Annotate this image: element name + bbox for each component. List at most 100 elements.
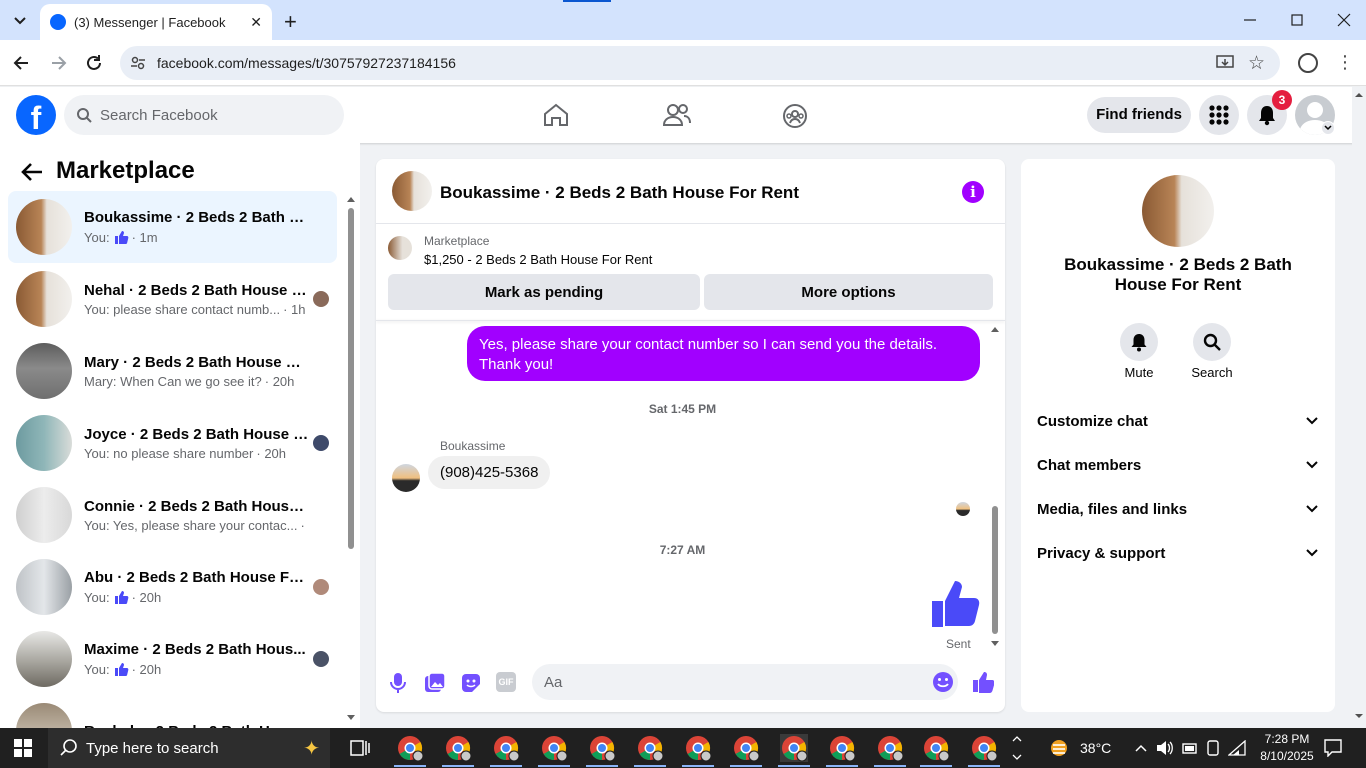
conversation-list-panel: Marketplace Boukassime · 2 Beds 2 Bath H…: [0, 143, 360, 759]
taskbar-search[interactable]: Type here to search ✦: [48, 728, 330, 768]
taskbar-overflow[interactable]: [1010, 732, 1024, 764]
task-view-icon[interactable]: [350, 739, 370, 757]
chat-header-avatar[interactable]: [392, 171, 432, 211]
gif-icon[interactable]: GIF: [496, 672, 516, 692]
minimize-button[interactable]: [1240, 12, 1260, 28]
info-icon[interactable]: i: [962, 181, 984, 203]
chrome-app-icon[interactable]: [444, 734, 472, 762]
large-like-icon[interactable]: [930, 579, 980, 629]
sender-avatar[interactable]: [392, 464, 420, 492]
profile-icon[interactable]: [1298, 53, 1318, 73]
message-status: Sent: [946, 637, 971, 651]
chat-members-section[interactable]: Chat members: [1037, 447, 1319, 483]
back-arrow-icon[interactable]: [20, 161, 44, 183]
listing-title[interactable]: $1,250 - 2 Beds 2 Bath House For Rent: [424, 252, 652, 267]
chrome-app-icon[interactable]: [922, 734, 950, 762]
message-input[interactable]: Aa: [532, 664, 958, 700]
conversation-item[interactable]: Boukassime · 2 Beds 2 Bath Hou... You: · …: [8, 191, 337, 263]
chrome-app-icon[interactable]: [828, 734, 856, 762]
wifi-icon[interactable]: [1228, 740, 1246, 756]
privacy-support-section[interactable]: Privacy & support: [1037, 535, 1319, 571]
more-options-button[interactable]: More options: [704, 274, 993, 310]
device-icon[interactable]: [1206, 740, 1220, 756]
notification-center-icon[interactable]: [1324, 739, 1342, 757]
conversation-item[interactable]: Mary · 2 Beds 2 Bath House For ... Mary:…: [8, 335, 337, 407]
chat-title[interactable]: Boukassime · 2 Beds 2 Bath House For Ren…: [440, 183, 799, 203]
menu-grid-button[interactable]: [1199, 95, 1239, 135]
chrome-app-icon[interactable]: [780, 734, 808, 762]
chrome-app-icon[interactable]: [970, 734, 998, 762]
emoji-icon[interactable]: [932, 671, 954, 693]
close-tab-icon[interactable]: ✕: [250, 14, 262, 31]
active-app-underline: [538, 765, 570, 767]
chrome-app-icon[interactable]: [636, 734, 664, 762]
image-attach-icon[interactable]: [424, 672, 446, 694]
mute-button[interactable]: [1120, 323, 1158, 361]
groups-icon[interactable]: [782, 103, 808, 129]
conversation-item[interactable]: Nehal · 2 Beds 2 Bath House F... You: pl…: [8, 263, 337, 335]
chrome-app-icon[interactable]: [396, 734, 424, 762]
search-conversation-button[interactable]: [1193, 323, 1231, 361]
tab-list-button[interactable]: [10, 10, 30, 30]
conversation-item[interactable]: Abu · 2 Beds 2 Bath House Fo... You: · 20…: [8, 551, 337, 623]
show-hidden-icons[interactable]: [1134, 741, 1148, 755]
site-info-icon[interactable]: [130, 55, 146, 71]
close-window-button[interactable]: [1334, 12, 1354, 28]
restore-button[interactable]: [1287, 12, 1307, 28]
message-scrollbar[interactable]: [989, 323, 1001, 651]
facebook-search[interactable]: Search Facebook: [64, 95, 344, 135]
temperature[interactable]: 38°C: [1080, 740, 1111, 756]
facebook-favicon-icon: [50, 14, 66, 30]
active-app-underline: [442, 765, 474, 767]
back-button[interactable]: [12, 53, 32, 73]
chrome-app-icon[interactable]: [588, 734, 616, 762]
browser-tab[interactable]: (3) Messenger | Facebook ✕: [40, 4, 272, 40]
customize-chat-section[interactable]: Customize chat: [1037, 403, 1319, 439]
find-friends-button[interactable]: Find friends: [1087, 97, 1191, 133]
conversation-preview: Mary: When Can we go see it?: [84, 373, 262, 389]
conversation-list-scrollbar[interactable]: [345, 193, 357, 723]
received-message-bubble[interactable]: (908)425-5368: [428, 456, 551, 489]
forward-button[interactable]: [48, 53, 68, 73]
url-bar[interactable]: facebook.com/messages/t/3075792723718415…: [120, 46, 1280, 80]
browser-menu-icon[interactable]: ⋮: [1336, 52, 1354, 72]
facebook-logo-icon[interactable]: f: [16, 95, 56, 135]
volume-icon[interactable]: [1156, 740, 1174, 756]
send-like-icon[interactable]: [972, 671, 994, 693]
page-scrollbar[interactable]: [1352, 87, 1366, 728]
chrome-app-icon[interactable]: [540, 734, 568, 762]
conversation-item[interactable]: Joyce · 2 Beds 2 Bath House F... You: no…: [8, 407, 337, 479]
clock-time[interactable]: 7:28 PM: [1250, 732, 1324, 746]
active-app-underline: [874, 765, 906, 767]
active-app-underline: [394, 765, 426, 767]
new-tab-button[interactable]: +: [284, 9, 297, 35]
mark-as-pending-button[interactable]: Mark as pending: [388, 274, 700, 310]
listing-thumbnail[interactable]: [388, 236, 412, 260]
friends-icon[interactable]: [663, 103, 691, 127]
chrome-app-icon[interactable]: [876, 734, 904, 762]
chrome-app-icon[interactable]: [732, 734, 760, 762]
active-app-underline: [682, 765, 714, 767]
windows-start-icon[interactable]: [14, 739, 32, 757]
active-app-underline: [490, 765, 522, 767]
conversation-item[interactable]: Connie · 2 Beds 2 Bath House Fo... You: …: [8, 479, 337, 551]
conversation-preview: You: please share contact numb...: [84, 301, 281, 317]
home-icon[interactable]: [543, 103, 569, 127]
chrome-app-icon[interactable]: [492, 734, 520, 762]
clock-date[interactable]: 8/10/2025: [1250, 749, 1324, 763]
sent-message-bubble[interactable]: Yes, please share your contact number so…: [467, 326, 980, 381]
sticker-icon[interactable]: [460, 672, 482, 694]
reload-button[interactable]: [84, 53, 104, 73]
conversation-item[interactable]: Maxime · 2 Beds 2 Bath Hous... You: · 20h: [8, 623, 337, 695]
profile-photo[interactable]: [1142, 175, 1214, 247]
battery-icon[interactable]: [1182, 741, 1198, 755]
chrome-app-icon[interactable]: [684, 734, 712, 762]
install-app-icon[interactable]: [1216, 54, 1234, 72]
account-chevron-icon[interactable]: [1321, 121, 1335, 135]
media-files-links-section[interactable]: Media, files and links: [1037, 491, 1319, 527]
bookmark-star-icon[interactable]: ☆: [1248, 52, 1265, 75]
microphone-icon[interactable]: [390, 672, 406, 694]
weather-icon[interactable]: [1046, 736, 1072, 760]
active-app-underline: [826, 765, 858, 767]
search-label: Search: [1191, 365, 1233, 380]
